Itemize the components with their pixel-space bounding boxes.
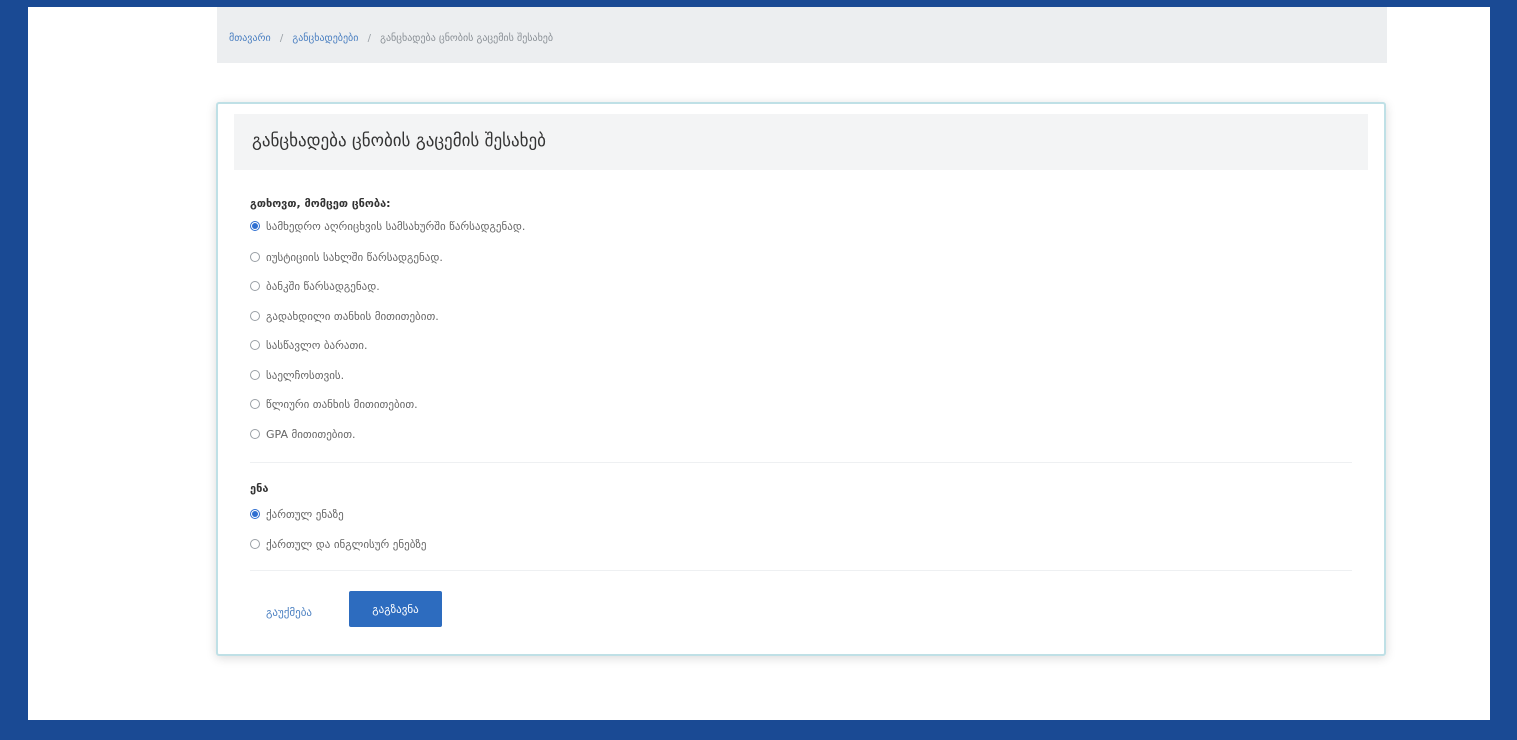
radio-button[interactable]: [250, 370, 260, 380]
radio-option-label: ბანკში წარსადგენად.: [266, 279, 380, 293]
section-divider: [250, 570, 1352, 571]
radio-button-checked[interactable]: [250, 509, 260, 519]
cancel-link[interactable]: გაუქმება: [266, 606, 312, 619]
radio-button[interactable]: [250, 429, 260, 439]
radio-button-checked[interactable]: [250, 221, 260, 231]
submit-button[interactable]: გაგზავნა: [349, 591, 442, 627]
radio-button[interactable]: [250, 340, 260, 350]
certificate-option-study-card[interactable]: სასწავლო ბარათი.: [250, 336, 367, 354]
breadcrumb-current: განცხადება ცნობის გაცემის შესახებ: [380, 33, 554, 44]
radio-option-label: ქართულ და ინგლისურ ენებზე: [266, 537, 427, 551]
radio-option-label: იუსტიციის სახლში წარსადგენად.: [266, 250, 443, 264]
language-option-georgian[interactable]: ქართულ ენაზე: [250, 505, 344, 523]
certificate-option-embassy[interactable]: საელჩოსთვის.: [250, 366, 344, 384]
radio-button[interactable]: [250, 311, 260, 321]
certificate-option-gpa[interactable]: GPA მითითებით.: [250, 425, 356, 443]
certificate-option-bank[interactable]: ბანკში წარსადგენად.: [250, 277, 380, 295]
form-title: განცხადება ცნობის გაცემის შესახებ: [234, 114, 1368, 170]
breadcrumb-home-link[interactable]: მთავარი: [229, 33, 271, 44]
radio-option-label: სასწავლო ბარათი.: [266, 338, 368, 352]
radio-option-label: წლიური თანხის მითითებით.: [266, 397, 418, 411]
radio-button[interactable]: [250, 252, 260, 262]
radio-option-label: GPA მითითებით.: [266, 427, 356, 441]
radio-option-label: საელჩოსთვის.: [266, 368, 345, 382]
section-divider: [250, 462, 1352, 463]
radio-button[interactable]: [250, 539, 260, 549]
radio-button[interactable]: [250, 399, 260, 409]
breadcrumb-separator: /: [367, 33, 371, 44]
breadcrumb-separator: /: [279, 33, 284, 44]
certificate-option-annual-amount[interactable]: წლიური თანხის მითითებით.: [250, 395, 418, 413]
certificate-type-label: გთხოვთ, მომცეთ ცნობა:: [250, 197, 391, 210]
language-option-georgian-english[interactable]: ქართულ და ინგლისურ ენებზე: [250, 535, 427, 553]
breadcrumb-applications-link[interactable]: განცხადებები: [292, 33, 358, 44]
radio-option-label: ქართულ ენაზე: [266, 507, 344, 521]
application-form-card: განცხადება ცნობის გაცემის შესახებ გთხოვთ…: [216, 102, 1386, 656]
page-frame: მთავარი / განცხადებები / განცხადება ცნობ…: [28, 7, 1490, 720]
certificate-option-justice-house[interactable]: იუსტიციის სახლში წარსადგენად.: [250, 248, 443, 266]
language-label: ენა: [250, 482, 269, 495]
certificate-option-paid-amount[interactable]: გადახდილი თანხის მითითებით.: [250, 307, 439, 325]
breadcrumb: მთავარი / განცხადებები / განცხადება ცნობ…: [217, 7, 1387, 63]
certificate-option-military[interactable]: სამხედრო აღრიცხვის სამსახურში წარსადგენა…: [250, 217, 525, 235]
radio-button[interactable]: [250, 281, 260, 291]
radio-option-label: გადახდილი თანხის მითითებით.: [266, 309, 439, 323]
radio-option-label: სამხედრო აღრიცხვის სამსახურში წარსადგენა…: [266, 219, 526, 233]
